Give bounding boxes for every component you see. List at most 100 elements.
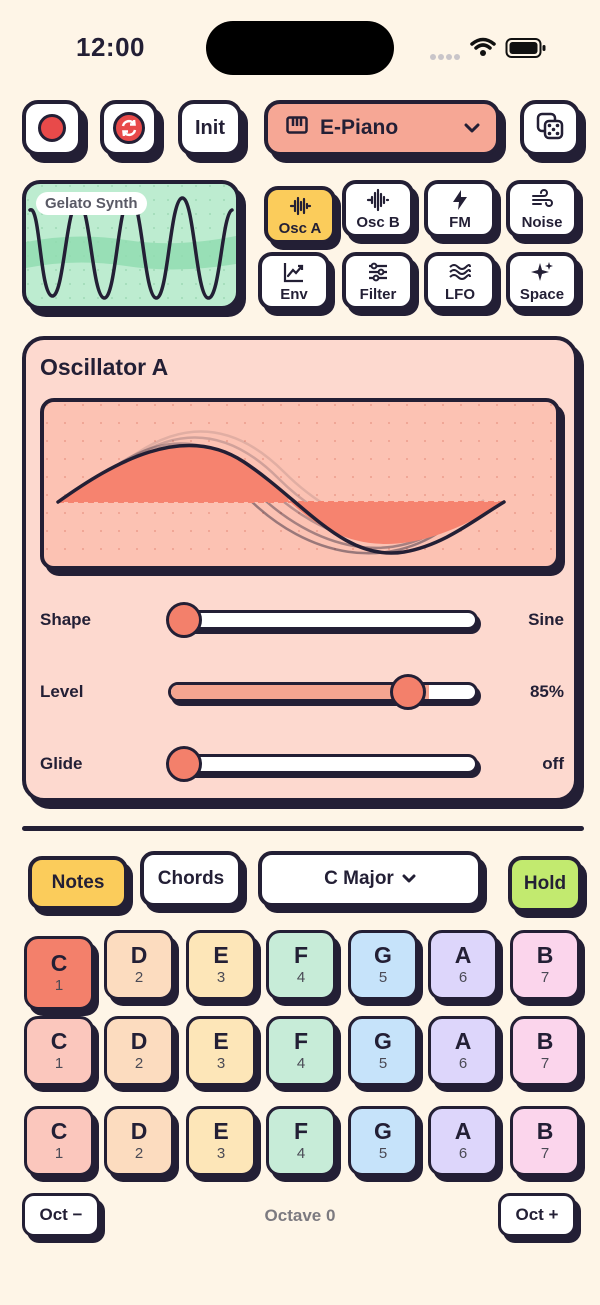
tab-label: FM	[449, 213, 471, 231]
key-note: F	[293, 942, 309, 968]
key-f-row3[interactable]: F4	[266, 1106, 336, 1176]
status-time: 12:00	[76, 32, 145, 62]
tab-osc-b[interactable]: Osc B	[342, 180, 414, 238]
tab-filter[interactable]: Filter	[342, 252, 414, 310]
slider-track-level[interactable]	[168, 682, 478, 702]
wind-icon	[530, 188, 554, 212]
hold-label: Hold	[523, 873, 567, 894]
panel-title: Oscillator A	[40, 354, 169, 380]
tab-label: Osc B	[356, 213, 400, 231]
tab-label: Env	[280, 285, 308, 303]
key-e-row3[interactable]: E3	[186, 1106, 256, 1176]
record-icon	[38, 114, 66, 142]
tab-lfo[interactable]: LFO	[424, 252, 496, 310]
key-e-row2[interactable]: E3	[186, 1016, 256, 1086]
key-d-row1[interactable]: D2	[104, 930, 174, 1000]
loop-icon	[113, 112, 145, 144]
notes-mode-button[interactable]: Notes	[28, 856, 128, 910]
key-b-row2[interactable]: B7	[510, 1016, 580, 1086]
hold-button[interactable]: Hold	[508, 856, 582, 912]
key-e-row1[interactable]: E3	[186, 930, 256, 1000]
key-g-row3[interactable]: G5	[348, 1106, 418, 1176]
key-note: G	[374, 1028, 392, 1054]
sliders-icon	[366, 260, 390, 284]
oscillator-panel: Oscillator A Shape Sine Level 85% Glide off	[22, 336, 578, 802]
key-g-row2[interactable]: G5	[348, 1016, 418, 1086]
param-value-shape: Sine	[528, 610, 564, 629]
tab-env[interactable]: Env	[258, 252, 330, 310]
dice-icon	[535, 111, 565, 146]
waveform-tag: Gelato Synth	[36, 192, 147, 215]
slider-thumb-glide[interactable]	[166, 746, 202, 782]
key-note: D	[130, 942, 148, 968]
init-label: Init	[195, 116, 225, 139]
key-degree: 1	[54, 1055, 64, 1072]
key-f-row1[interactable]: F4	[266, 930, 336, 1000]
tab-fm[interactable]: FM	[424, 180, 496, 238]
tab-label: LFO	[445, 285, 475, 303]
key-f-row2[interactable]: F4	[266, 1016, 336, 1086]
key-note: B	[536, 1028, 554, 1054]
key-b-row3[interactable]: B7	[510, 1106, 580, 1176]
key-note: B	[536, 942, 554, 968]
preset-name: E-Piano	[320, 116, 399, 139]
waveform-icon	[288, 194, 312, 218]
key-note: D	[130, 1028, 148, 1054]
preset-selector[interactable]: E-Piano	[264, 100, 500, 156]
chevron-down-icon	[464, 116, 480, 140]
record-button[interactable]	[22, 100, 82, 156]
key-c-row2[interactable]: C1	[24, 1016, 94, 1086]
signal-icon	[430, 48, 460, 60]
key-degree: 6	[458, 969, 468, 986]
key-degree: 3	[216, 1145, 226, 1162]
key-degree: 4	[296, 1145, 306, 1162]
key-b-row1[interactable]: B7	[510, 930, 580, 1000]
randomize-button[interactable]	[520, 100, 580, 156]
param-label-level: Level	[40, 682, 84, 701]
wifi-icon	[470, 37, 496, 62]
tab-osc-a[interactable]: Osc A	[264, 186, 336, 244]
param-label-shape: Shape	[40, 610, 92, 629]
key-degree: 2	[134, 1055, 144, 1072]
key-a-row1[interactable]: A6	[428, 930, 498, 1000]
chords-label: Chords	[157, 868, 225, 889]
key-note: G	[374, 942, 392, 968]
init-button[interactable]: Init	[178, 100, 242, 156]
key-degree: 2	[134, 1145, 144, 1162]
key-degree: 3	[216, 969, 226, 986]
octave-up-label: Oct +	[515, 1205, 559, 1224]
key-degree: 1	[54, 1145, 64, 1162]
key-degree: 4	[296, 969, 306, 986]
chords-mode-button[interactable]: Chords	[140, 851, 242, 907]
sparkles-icon	[530, 260, 554, 284]
water-icon	[448, 260, 472, 284]
bolt-icon	[448, 188, 472, 212]
scale-selector[interactable]: C Major	[258, 851, 482, 907]
key-a-row3[interactable]: A6	[428, 1106, 498, 1176]
key-note: B	[536, 1118, 554, 1144]
key-d-row3[interactable]: D2	[104, 1106, 174, 1176]
key-note: A	[454, 1118, 472, 1144]
slider-thumb-shape[interactable]	[166, 602, 202, 638]
oscillator-scope	[40, 398, 560, 570]
key-note: F	[293, 1118, 309, 1144]
key-c-row3[interactable]: C1	[24, 1106, 94, 1176]
tab-label: Space	[519, 285, 565, 303]
slider-track-glide[interactable]	[168, 754, 478, 774]
wave-burst-icon	[366, 188, 390, 212]
chart-line-icon	[282, 260, 306, 284]
key-g-row1[interactable]: G5	[348, 930, 418, 1000]
waveform-preview: Gelato Synth	[22, 180, 240, 310]
key-a-row2[interactable]: A6	[428, 1016, 498, 1086]
octave-up-button[interactable]: Oct +	[498, 1193, 576, 1237]
loop-button[interactable]	[100, 100, 158, 156]
key-note: C	[50, 1118, 68, 1144]
tab-noise[interactable]: Noise	[506, 180, 578, 238]
key-d-row2[interactable]: D2	[104, 1016, 174, 1086]
slider-thumb-level[interactable]	[390, 674, 427, 710]
key-c-row1[interactable]: C1	[24, 936, 94, 1010]
slider-track-shape[interactable]	[168, 610, 478, 630]
key-note: E	[213, 1028, 229, 1054]
tab-label: Osc A	[278, 219, 322, 237]
tab-space[interactable]: Space	[506, 252, 578, 310]
